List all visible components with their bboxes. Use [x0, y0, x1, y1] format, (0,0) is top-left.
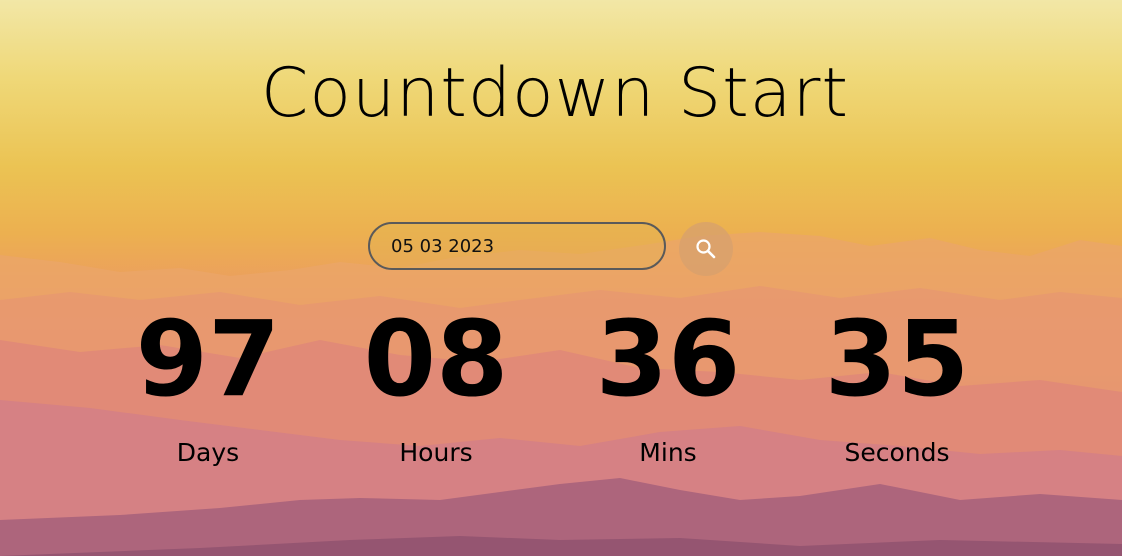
mins-label: Mins [639, 438, 697, 467]
seconds-value: 35 [824, 298, 970, 420]
hours-label: Hours [399, 438, 473, 467]
countdown-hours: 08 Hours [326, 296, 546, 467]
countdown-mins: 36 Mins [558, 296, 778, 467]
mins-value: 36 [595, 298, 741, 420]
date-input[interactable] [368, 222, 666, 270]
days-value: 97 [135, 298, 281, 420]
countdown-days: 97 Days [98, 296, 318, 467]
search-icon [695, 238, 717, 260]
hours-value: 08 [363, 298, 509, 420]
seconds-label: Seconds [844, 438, 950, 467]
search-button[interactable] [679, 222, 733, 276]
page-title: Countdown Start [260, 54, 850, 133]
countdown-seconds: 35 Seconds [787, 296, 1007, 467]
days-label: Days [176, 438, 240, 467]
